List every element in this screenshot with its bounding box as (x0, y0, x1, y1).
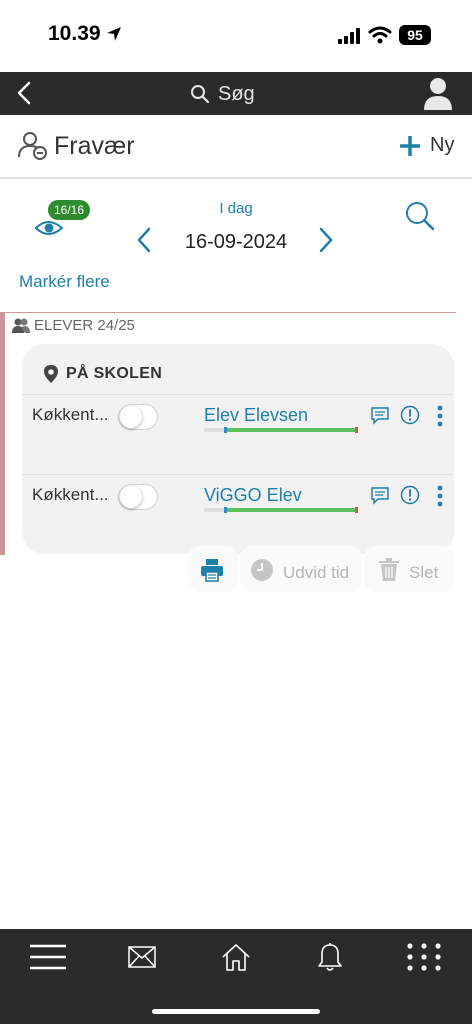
more-vertical-icon[interactable] (436, 485, 444, 512)
alert-icon[interactable] (400, 485, 420, 510)
search-button[interactable]: Søg (190, 80, 255, 108)
home-indicator (152, 1009, 320, 1014)
location-card: PÅ SKOLEN Køkkent... Elev Elevsen Køkken… (22, 344, 454, 554)
chevron-left-icon (17, 81, 31, 105)
menu-tab[interactable] (26, 941, 70, 973)
back-button[interactable] (12, 80, 38, 106)
attendance-timeline (204, 507, 360, 513)
search-icon (191, 85, 210, 104)
mail-icon (128, 946, 156, 968)
student-name-link[interactable]: Elev Elevsen (204, 405, 308, 426)
mark-many-link[interactable]: Markér flere (19, 272, 110, 292)
hamburger-menu-icon (30, 944, 66, 970)
location-arrow-icon (106, 26, 122, 47)
current-date: 16-09-2024 (184, 231, 288, 253)
absence-user-icon (18, 131, 48, 166)
trash-icon (378, 558, 400, 587)
attendance-timeline (204, 427, 360, 433)
next-day-button[interactable] (316, 226, 336, 259)
battery-indicator: 95 (399, 25, 431, 45)
bell-icon (318, 943, 342, 971)
extend-time-label: Udvid tid (283, 563, 350, 582)
comment-icon[interactable] (370, 405, 390, 430)
home-tab[interactable] (214, 941, 258, 973)
delete-label: Slet (409, 563, 439, 582)
date-search-button[interactable] (404, 200, 436, 237)
group-header: ELEVER 24/25 (12, 317, 135, 334)
presence-toggle[interactable] (118, 404, 158, 430)
new-button[interactable]: Ny (400, 134, 454, 157)
today-button[interactable]: I dag (0, 200, 472, 217)
student-name-link[interactable]: ViGGO Elev (204, 485, 302, 506)
group-label: ELEVER 24/25 (34, 317, 135, 334)
notifications-tab[interactable] (308, 941, 352, 973)
messages-tab[interactable] (120, 941, 164, 973)
home-icon (222, 944, 250, 971)
students-icon (12, 318, 30, 333)
location-pin-icon (44, 365, 58, 383)
page-header: Fravær Ny (0, 115, 472, 179)
page-title: Fravær (54, 132, 135, 160)
search-icon (406, 202, 435, 231)
alert-icon[interactable] (400, 405, 420, 430)
grid-dots-icon (407, 943, 441, 971)
new-button-label: Ny (430, 134, 455, 156)
search-label: Søg (218, 82, 255, 105)
more-vertical-icon[interactable] (436, 405, 444, 432)
row-label: Køkkent... (32, 485, 109, 504)
status-time: 10.39 (48, 22, 101, 45)
clock-icon (250, 558, 274, 587)
card-title: PÅ SKOLEN (66, 365, 163, 382)
presence-toggle[interactable] (118, 484, 158, 510)
table-row: Køkkent... Elev Elevsen (22, 394, 454, 474)
section-indicator-bar (0, 313, 5, 555)
apps-tab[interactable] (402, 941, 446, 973)
table-row: Køkkent... ViGGO Elev (22, 474, 454, 554)
avatar[interactable] (424, 76, 452, 110)
top-nav: Søg (0, 72, 472, 115)
status-bar: 10.39 95 (0, 0, 472, 72)
wifi-icon (368, 26, 392, 49)
chevron-right-icon (319, 227, 333, 253)
print-icon[interactable] (200, 558, 224, 587)
user-icon (424, 78, 452, 110)
signal-icon (338, 28, 362, 49)
card-header: PÅ SKOLEN (42, 364, 162, 384)
row-label: Køkkent... (32, 405, 109, 424)
comment-icon[interactable] (370, 485, 390, 510)
plus-icon (400, 135, 420, 156)
section-divider (0, 312, 456, 313)
